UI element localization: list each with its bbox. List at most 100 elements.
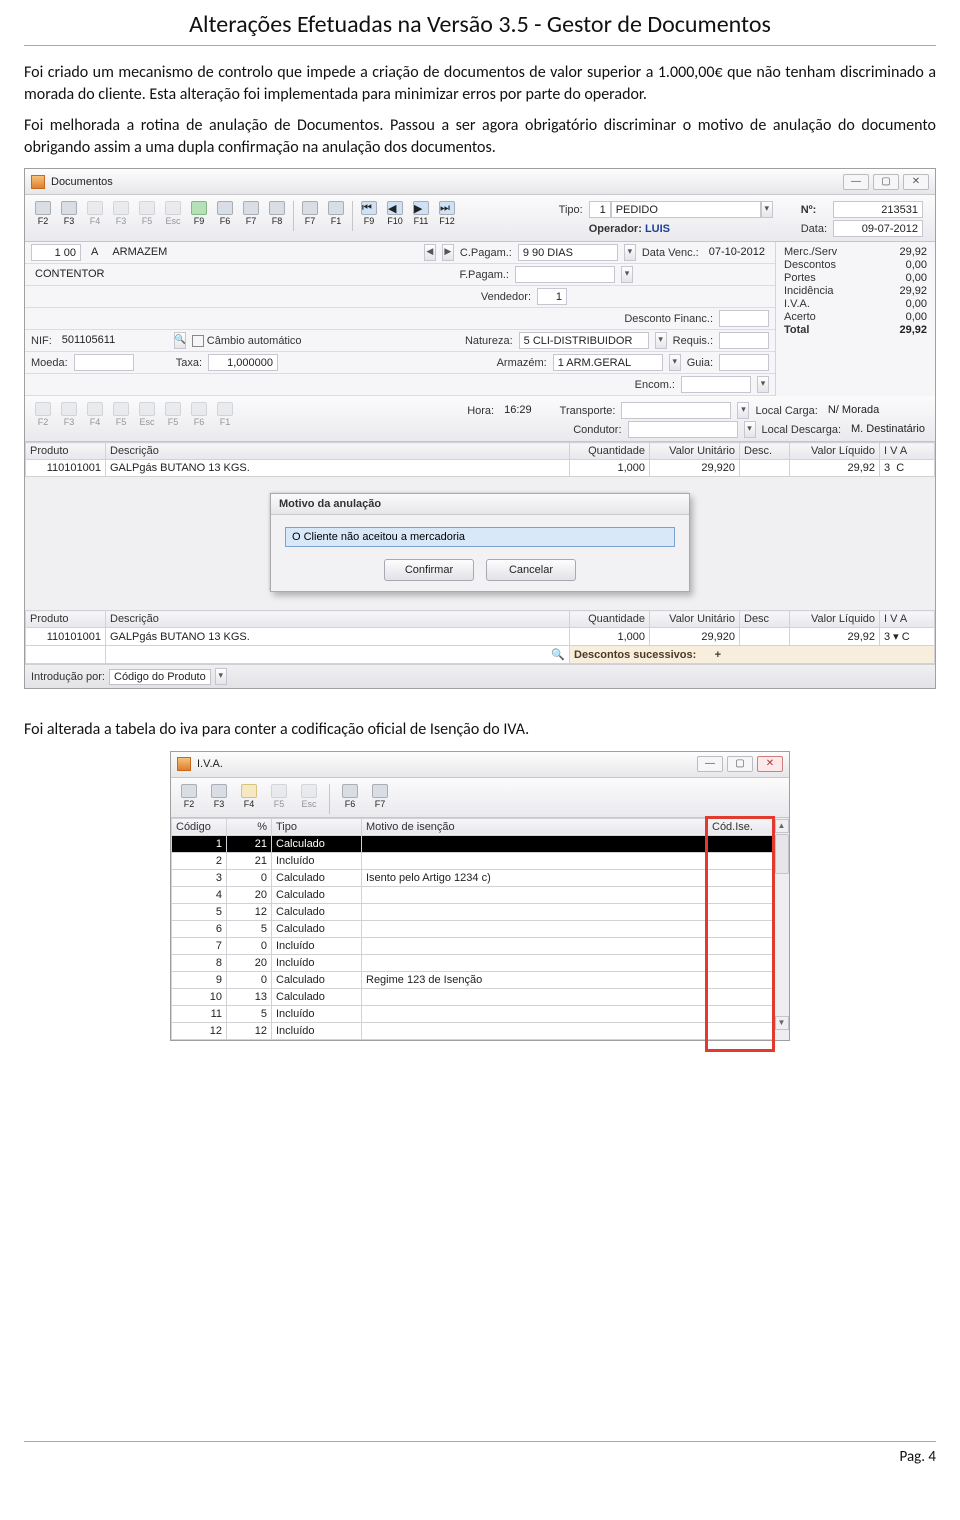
sum-portes-value: 0,00 xyxy=(872,272,927,284)
scroll-up-icon[interactable]: ▲ xyxy=(775,819,789,833)
table-row[interactable]: 110101001 GALPgás BUTANO 13 KGS. 1,000 2… xyxy=(26,460,935,477)
requis-value[interactable] xyxy=(719,332,769,349)
lines-table-1[interactable]: Produto Descrição Quantidade Valor Unitá… xyxy=(25,442,935,477)
toolbar-f7b-button[interactable]: F7 xyxy=(298,199,322,231)
toolbar-f9-button[interactable]: F9 xyxy=(187,199,211,231)
window-max-button[interactable]: ▢ xyxy=(727,756,753,772)
table-row[interactable]: 1212Incluído xyxy=(172,1022,773,1039)
requis-label: Requis.: xyxy=(673,335,713,347)
condutor-value[interactable] xyxy=(628,421,738,438)
ivatb-esc-button[interactable]: Esc xyxy=(297,782,321,812)
guia-value[interactable] xyxy=(719,354,769,371)
table-row[interactable]: 115Incluído xyxy=(172,1005,773,1022)
table-row[interactable]: 420Calculado xyxy=(172,886,773,903)
dvenc-value: 07-10-2012 xyxy=(705,244,769,261)
table-row[interactable]: 70Incluído xyxy=(172,937,773,954)
toolbar-f3-button[interactable]: F3 xyxy=(57,199,81,231)
toolbar-nav-prev-button[interactable]: ◀F10 xyxy=(383,199,407,231)
table-row[interactable]: 65Calculado xyxy=(172,920,773,937)
cancelar-button[interactable]: Cancelar xyxy=(486,559,576,581)
operador-label: Operador: xyxy=(589,223,642,235)
encom-value[interactable] xyxy=(681,376,751,393)
fpag-dropdown-icon[interactable]: ▾ xyxy=(621,266,633,283)
scroll-thumb[interactable] xyxy=(775,834,789,874)
data-value[interactable]: 09-07-2012 xyxy=(833,220,923,237)
condutor-dropdown-icon[interactable]: ▾ xyxy=(744,421,756,438)
toolbar-f6-button[interactable]: F6 xyxy=(213,199,237,231)
ivatb-f5-button[interactable]: F5 xyxy=(267,782,291,812)
iva-table[interactable]: Código % Tipo Motivo de isenção Cód.Ise.… xyxy=(171,818,773,1040)
ivatb-f6-button[interactable]: F6 xyxy=(338,782,362,812)
ivatb-f3-button[interactable]: F3 xyxy=(207,782,231,812)
vendedor-value[interactable]: 1 xyxy=(537,288,567,305)
ivatb-f2-button[interactable]: F2 xyxy=(177,782,201,812)
toolbar-nav-next-button[interactable]: ▶F11 xyxy=(409,199,433,231)
table-row[interactable]: 512Calculado xyxy=(172,903,773,920)
window-max-button[interactable]: ▢ xyxy=(873,174,899,190)
iva-window-title: I.V.A. xyxy=(197,758,223,770)
nif-lookup-icon[interactable]: 🔍 xyxy=(174,332,186,349)
transporte-dropdown-icon[interactable]: ▾ xyxy=(737,402,749,419)
intro-select[interactable]: Código do Produto xyxy=(109,669,211,685)
lines-table-2[interactable]: Produto Descrição Quantidade Valor Unitá… xyxy=(25,610,935,664)
taxa-value[interactable]: 1,000000 xyxy=(208,354,278,371)
toolbar-f5-button[interactable]: F5 xyxy=(135,199,159,231)
cpag-dropdown-icon[interactable]: ▾ xyxy=(624,244,636,261)
toolbar-f2-button[interactable]: F2 xyxy=(31,199,55,231)
midtb-f5b-button[interactable]: F5 xyxy=(161,400,185,430)
data-label: Data: xyxy=(801,223,827,235)
toolbar-f1-button[interactable]: F1 xyxy=(324,199,348,231)
toolbar-f4-button[interactable]: F4 xyxy=(83,199,107,231)
toolbar-f7-button[interactable]: F7 xyxy=(239,199,263,231)
app-icon xyxy=(177,757,191,771)
encom-dropdown-icon[interactable]: ▾ xyxy=(757,376,769,393)
table-row[interactable]: 221Incluído xyxy=(172,852,773,869)
midtb-f6-button[interactable]: F6 xyxy=(187,400,211,430)
tipo-dropdown-icon[interactable]: ▾ xyxy=(761,201,773,218)
toolbar-f3b-button[interactable]: F3 xyxy=(109,199,133,231)
ivatb-f4-button[interactable]: F4 xyxy=(237,782,261,812)
table-row[interactable]: 820Incluído xyxy=(172,954,773,971)
toolbar-f8-button[interactable]: F8 xyxy=(265,199,289,231)
table-row[interactable]: 110101001 GALPgás BUTANO 13 KGS. 1,000 2… xyxy=(26,628,935,646)
motivo-input[interactable] xyxy=(285,527,675,547)
field-1[interactable]: 1 00 xyxy=(31,244,81,261)
toolbar-esc-button[interactable]: Esc xyxy=(161,199,185,231)
cpag-value[interactable]: 9 90 DIAS xyxy=(518,244,618,261)
midtb-f2-button[interactable]: F2 xyxy=(31,400,55,430)
armazem-dropdown-icon[interactable]: ▾ xyxy=(669,354,681,371)
table-row[interactable]: 30CalculadoIsento pelo Artigo 1234 c) xyxy=(172,869,773,886)
midtb-esc-button[interactable]: Esc xyxy=(135,400,159,430)
midtb-f5-button[interactable]: F5 xyxy=(109,400,133,430)
moeda-value[interactable] xyxy=(74,354,134,371)
window-min-button[interactable]: — xyxy=(697,756,723,772)
window-min-button[interactable]: — xyxy=(843,174,869,190)
armazem-value[interactable]: 1 ARM.GERAL xyxy=(553,354,663,371)
fpag-value[interactable] xyxy=(515,266,615,283)
nav-right-icon[interactable]: ▶ xyxy=(442,244,454,261)
window-close-button[interactable]: ✕ xyxy=(903,174,929,190)
toolbar-nav-last-button[interactable]: ⏭F12 xyxy=(435,199,459,231)
intro-dropdown-icon[interactable]: ▾ xyxy=(215,668,227,685)
num-value[interactable]: 213531 xyxy=(833,201,923,218)
table-row[interactable]: 1013Calculado xyxy=(172,988,773,1005)
midtb-f1-button[interactable]: F1 xyxy=(213,400,237,430)
confirmar-button[interactable]: Confirmar xyxy=(384,559,474,581)
tipo-value[interactable]: 1 xyxy=(589,201,611,218)
midtb-f3-button[interactable]: F3 xyxy=(57,400,81,430)
descfin-value[interactable] xyxy=(719,310,769,327)
natureza-dropdown-icon[interactable]: ▾ xyxy=(655,332,667,349)
midtb-f4-button[interactable]: F4 xyxy=(83,400,107,430)
iva-scrollbar[interactable]: ▲ ▼ xyxy=(773,818,789,1040)
nav-left-icon[interactable]: ◀ xyxy=(424,244,436,261)
cambio-checkbox[interactable] xyxy=(192,335,204,347)
intro-label: Introdução por: xyxy=(31,671,105,683)
toolbar-nav-first-button[interactable]: ⏮F9 xyxy=(357,199,381,231)
table-row[interactable]: 121Calculado xyxy=(172,835,773,852)
ivatb-f7-button[interactable]: F7 xyxy=(368,782,392,812)
transporte-value[interactable] xyxy=(621,402,731,419)
table-row[interactable]: 90CalculadoRegime 123 de Isenção xyxy=(172,971,773,988)
natureza-value[interactable]: 5 CLI-DISTRIBUIDOR xyxy=(519,332,649,349)
scroll-down-icon[interactable]: ▼ xyxy=(775,1016,789,1030)
window-close-button[interactable]: ✕ xyxy=(757,756,783,772)
